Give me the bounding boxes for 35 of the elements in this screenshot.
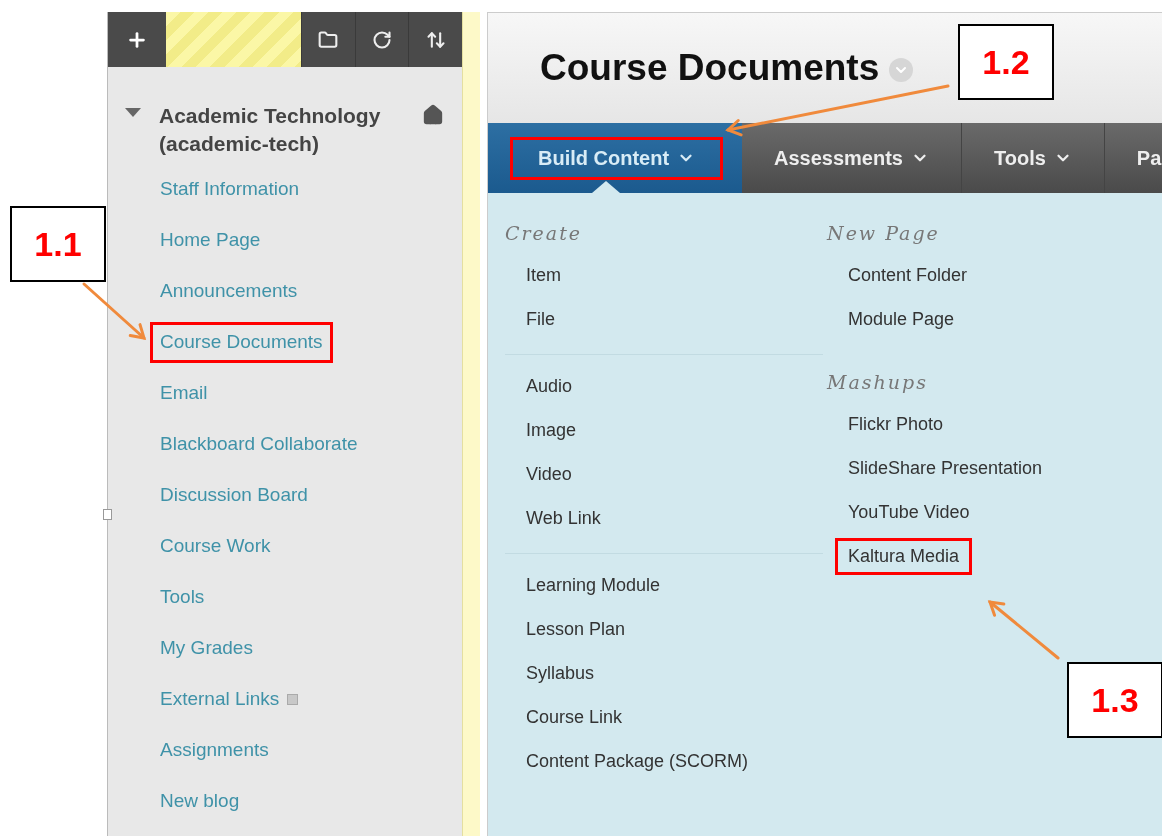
nav-tab[interactable]: Pa — [1104, 123, 1162, 193]
refresh-icon — [372, 29, 392, 50]
menu-section-heading: Create — [505, 221, 584, 246]
menu-item[interactable]: Course Link — [526, 704, 623, 731]
page-title: Course Documents — [540, 46, 880, 91]
sort-icon — [425, 29, 446, 50]
menu-item[interactable]: Flickr Photo — [848, 410, 944, 438]
step-callout: 1.2 — [958, 24, 1054, 100]
menu-item[interactable]: Web Link — [526, 505, 601, 532]
expand-triangle-icon[interactable] — [125, 108, 141, 117]
folder-icon — [318, 29, 339, 50]
menu-item[interactable]: SlideShare Presentation — [848, 454, 1043, 482]
menu-section-heading: New Page — [827, 221, 941, 246]
home-icon[interactable] — [422, 104, 444, 126]
step-callout: 1.1 — [10, 206, 106, 282]
menu-item[interactable]: Learning Module — [526, 572, 661, 599]
menu-item[interactable]: Content Package (SCORM) — [526, 748, 749, 775]
menu-item[interactable]: Lesson Plan — [526, 616, 626, 643]
menu-item[interactable]: Audio — [526, 373, 573, 400]
menu-item[interactable]: File — [526, 306, 555, 333]
step-callout: 1.3 — [1067, 662, 1162, 738]
external-link-icon — [287, 694, 299, 705]
menu-item[interactable]: Kaltura Media — [835, 537, 973, 575]
menu-item[interactable]: Content Folder — [848, 262, 968, 289]
annotation-arrow — [82, 282, 147, 340]
resize-handle[interactable] — [103, 509, 112, 520]
menu-item[interactable]: YouTube Video — [848, 498, 970, 526]
menu-item[interactable]: Module Page — [848, 306, 955, 333]
menu-item[interactable]: Syllabus — [526, 660, 595, 687]
menu-item[interactable]: Item — [526, 262, 561, 289]
course-title: Academic Technology (academic-tech) — [159, 103, 382, 157]
menu-item[interactable]: Video — [526, 461, 572, 488]
menu-item[interactable]: Image — [526, 417, 577, 444]
menu-section-heading: Mashups — [827, 369, 929, 395]
nav-tab[interactable]: Build Content — [488, 123, 742, 193]
